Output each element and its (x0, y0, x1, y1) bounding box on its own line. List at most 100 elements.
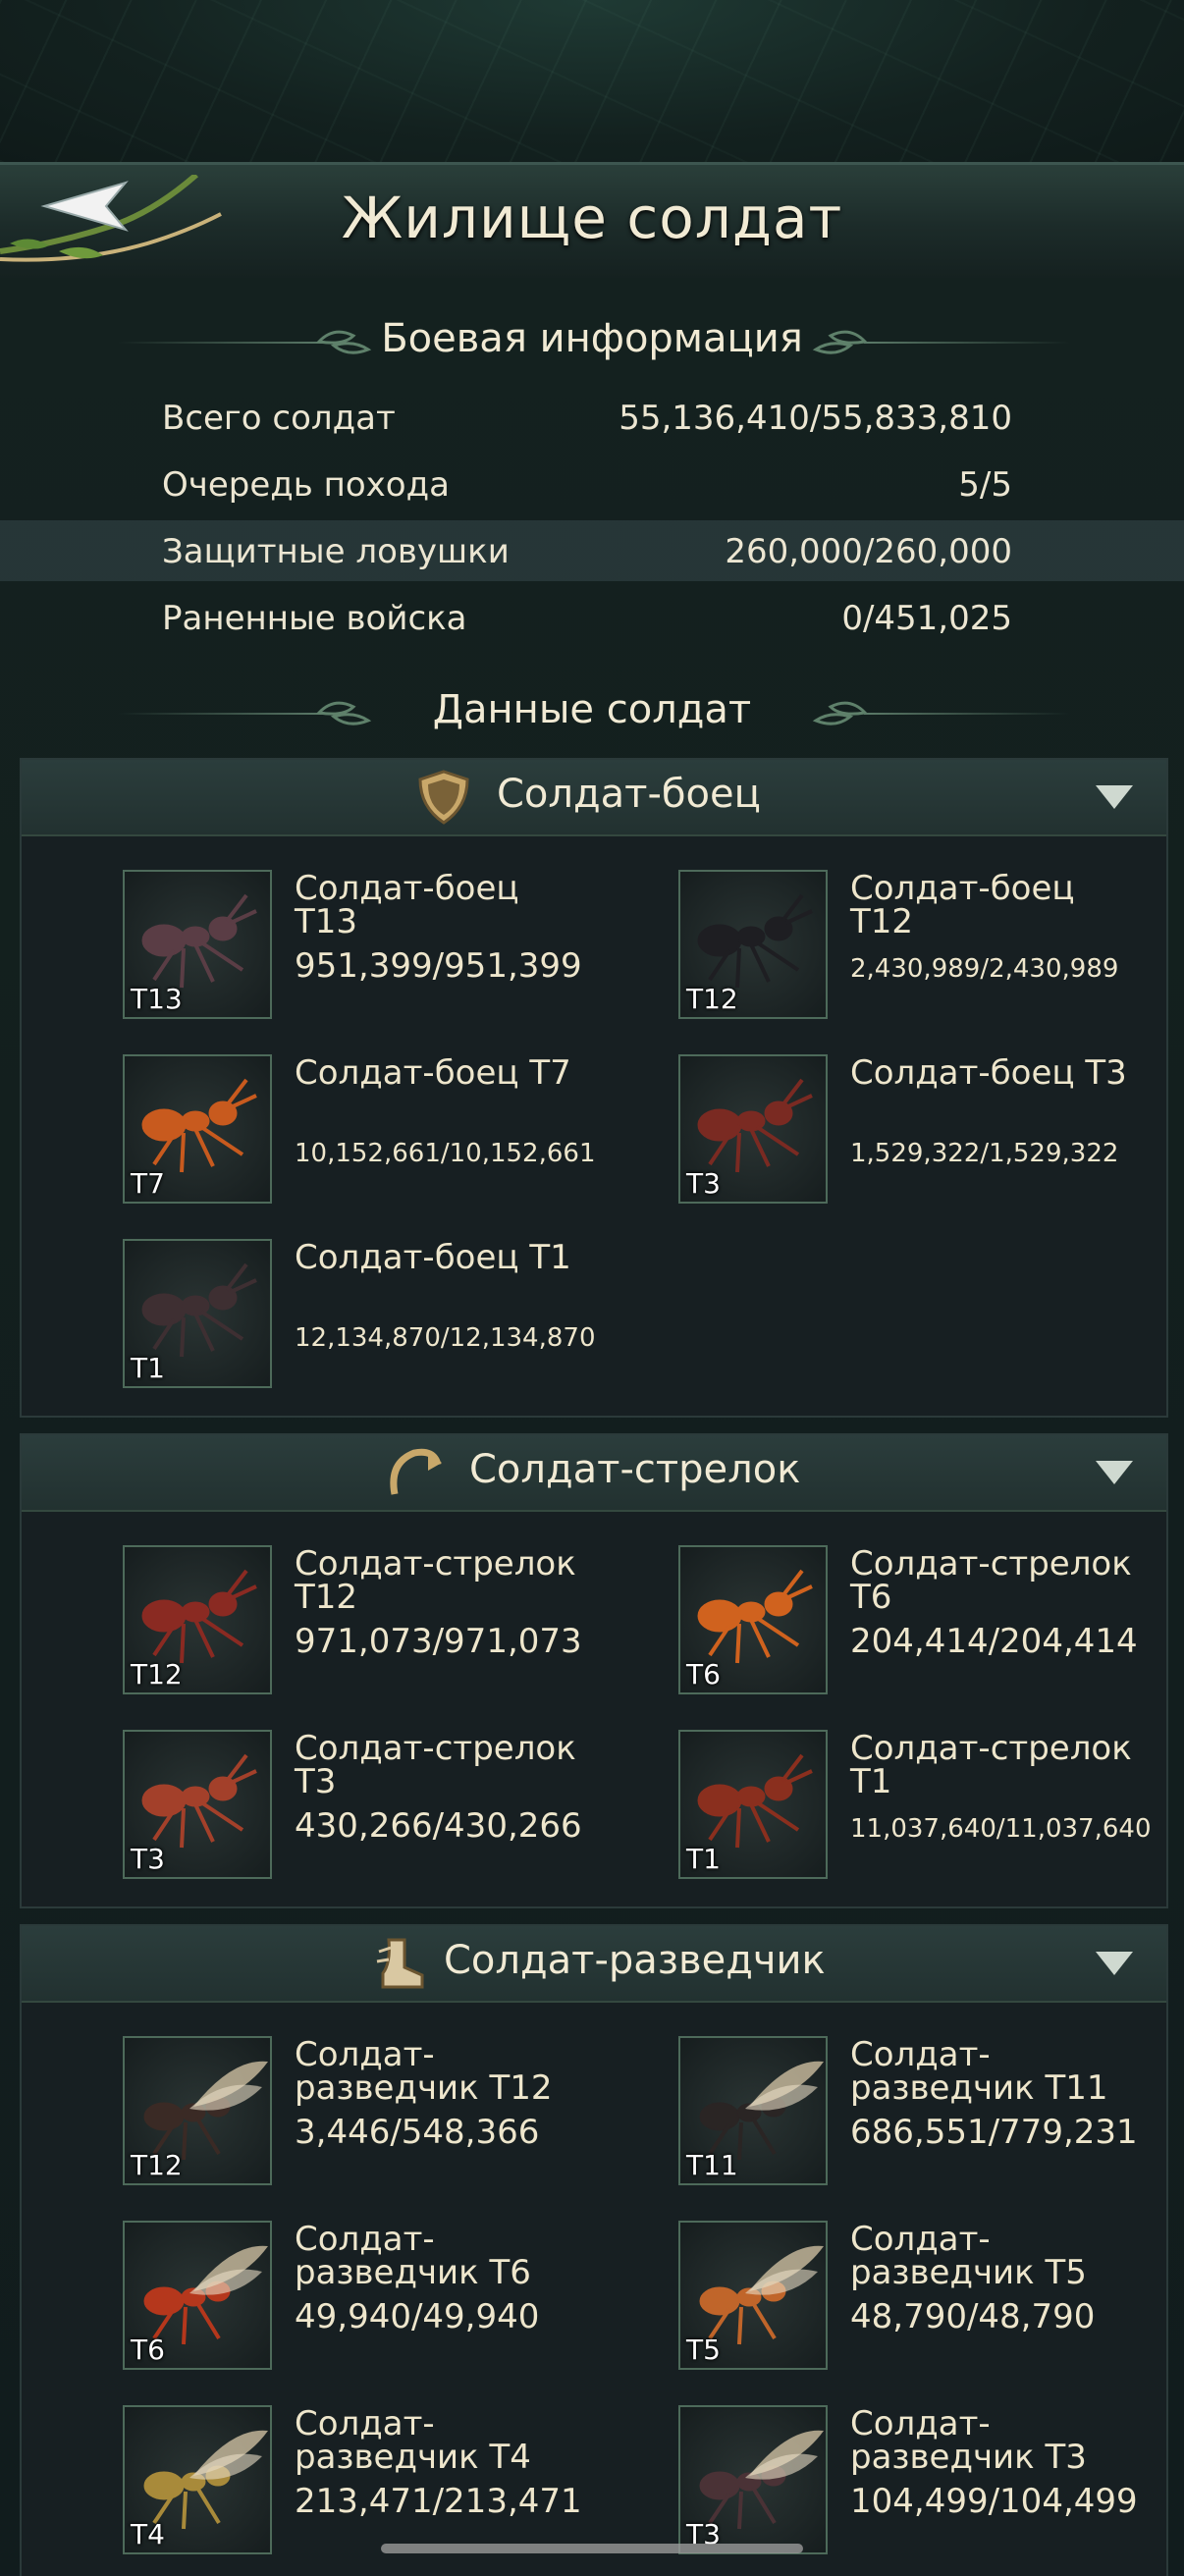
leaf-ornament-icon (315, 701, 372, 725)
page-title: Жилище солдат (341, 185, 843, 251)
category-title: Солдат-разведчик (444, 1938, 826, 1983)
unit-card[interactable]: T5 Солдат-разведчик T5 48,790/48,790 (575, 2211, 1125, 2370)
unit-name: Солдат-разведчик T6 (295, 2220, 531, 2292)
unit-count: 49,940/49,940 (295, 2297, 540, 2336)
unit-thumbnail: T3 (123, 1730, 272, 1879)
chevron-down-icon[interactable] (1096, 785, 1133, 809)
unit-name: Солдат-разведчик T4 (295, 2404, 531, 2477)
stat-row-march-queue: Очередь похода 5/5 (0, 454, 1184, 514)
tier-label: T1 (686, 1843, 721, 1875)
tier-label: T1 (131, 1352, 165, 1384)
chevron-down-icon[interactable] (1096, 1952, 1133, 1975)
unit-count: 48,790/48,790 (850, 2297, 1096, 2336)
stat-value: 260,000/260,000 (725, 532, 1012, 571)
unit-thumbnail: T4 (123, 2405, 272, 2554)
tier-label: T4 (131, 2518, 165, 2550)
tier-label: T12 (131, 1658, 183, 1690)
tier-label: T6 (131, 2334, 165, 2366)
leaf-ornament-icon (812, 330, 869, 354)
shield-icon (418, 770, 469, 825)
unit-card[interactable]: T1 Солдат-боец T1 12,134,870/12,134,870 (20, 1229, 596, 1388)
unit-card[interactable]: T6 Солдат-разведчик T6 49,940/49,940 (20, 2211, 569, 2370)
unit-thumbnail: T6 (123, 2221, 272, 2370)
unit-card[interactable]: T3 Солдат-разведчик T3 104,499/104,499 (575, 2395, 1138, 2554)
unit-card[interactable]: T4 Солдат-разведчик T4 213,471/213,471 (20, 2395, 582, 2554)
soldier-data-heading: Данные солдат (0, 683, 1184, 742)
unit-thumbnail: T12 (678, 870, 828, 1019)
unit-name: Солдат-стрелок T1 (850, 1729, 1132, 1801)
tier-label: T6 (686, 1658, 721, 1690)
stat-row-defense-traps: Защитные ловушки 260,000/260,000 (0, 520, 1184, 581)
unit-card[interactable]: T12 Солдат-разведчик T12 3,446/548,366 (20, 2026, 569, 2185)
tier-label: T3 (686, 1167, 721, 1200)
unit-name: Солдат-боец T13 (295, 869, 519, 941)
divider-line (118, 342, 324, 344)
unit-name: Солдат-боец T3 (850, 1053, 1127, 1093)
divider-line (864, 713, 1070, 715)
unit-thumbnail: T3 (678, 2405, 828, 2554)
unit-count: 3,446/548,366 (295, 2113, 540, 2152)
unit-count: 2,430,989/2,430,989 (850, 954, 1119, 984)
unit-card[interactable]: T12 Солдат-боец T12 2,430,989/2,430,989 (575, 860, 1125, 1019)
stat-label: Защитные ловушки (162, 532, 510, 571)
unit-count: 11,037,640/11,037,640 (850, 1814, 1152, 1844)
unit-card[interactable]: T12 Солдат-стрелок T12 971,073/971,073 (20, 1535, 582, 1694)
unit-card[interactable]: T11 Солдат-разведчик T11 686,551/779,231 (575, 2026, 1138, 2185)
battle-info-title: Боевая информация (381, 316, 803, 361)
web-decoration (0, 0, 1184, 162)
bow-icon (390, 1448, 442, 1495)
tier-label: T3 (131, 1843, 165, 1875)
unit-card[interactable]: T3 Солдат-боец T3 1,529,322/1,529,322 (575, 1045, 1127, 1204)
unit-name: Солдат-стрелок T3 (295, 1729, 576, 1801)
category-header[interactable]: Солдат-разведчик (22, 1926, 1166, 2003)
unit-count: 104,499/104,499 (850, 2482, 1138, 2521)
unit-thumbnail: T3 (678, 1054, 828, 1204)
unit-thumbnail: T12 (123, 2036, 272, 2185)
unit-count: 1,529,322/1,529,322 (850, 1139, 1119, 1168)
leaf-ornament-icon (315, 330, 372, 354)
unit-card[interactable]: T13 Солдат-боец T13 951,399/951,399 (20, 860, 582, 1019)
unit-thumbnail: T5 (678, 2221, 828, 2370)
unit-count: 10,152,661/10,152,661 (295, 1139, 596, 1168)
unit-card[interactable]: T3 Солдат-стрелок T3 430,266/430,266 (20, 1720, 582, 1879)
unit-thumbnail: T1 (123, 1239, 272, 1388)
tier-label: T12 (686, 983, 738, 1015)
unit-card[interactable]: T7 Солдат-боец T7 10,152,661/10,152,661 (20, 1045, 596, 1204)
unit-thumbnail: T11 (678, 2036, 828, 2185)
unit-name: Солдат-стрелок T12 (295, 1544, 576, 1617)
unit-count: 430,266/430,266 (295, 1806, 582, 1846)
battle-info-heading: Боевая информация (0, 312, 1184, 371)
unit-count: 213,471/213,471 (295, 2482, 582, 2521)
soldier-data-title: Данные солдат (432, 687, 752, 732)
stat-value: 55,136,410/55,833,810 (619, 399, 1012, 438)
unit-thumbnail: T13 (123, 870, 272, 1019)
category-header[interactable]: Солдат-стрелок (22, 1435, 1166, 1512)
category-header[interactable]: Солдат-боец (22, 760, 1166, 836)
stat-label: Всего солдат (162, 399, 396, 438)
unit-card[interactable]: T1 Солдат-стрелок T1 11,037,640/11,037,6… (575, 1720, 1152, 1879)
tier-label: T13 (131, 983, 183, 1015)
header-bar: Жилище солдат (0, 162, 1184, 281)
category-title: Солдат-боец (497, 772, 761, 817)
unit-name: Солдат-разведчик T3 (850, 2404, 1087, 2477)
tier-label: T7 (131, 1167, 165, 1200)
divider-line (118, 713, 324, 715)
leaf-ornament-icon (812, 701, 869, 725)
unit-name: Солдат-разведчик T12 (295, 2035, 553, 2108)
chevron-down-icon[interactable] (1096, 1461, 1133, 1484)
stat-value: 5/5 (958, 465, 1012, 505)
home-indicator[interactable] (381, 2544, 803, 2553)
top-background (0, 0, 1184, 162)
unit-name: Солдат-стрелок T6 (850, 1544, 1132, 1617)
unit-card[interactable]: T6 Солдат-стрелок T6 204,414/204,414 (575, 1535, 1138, 1694)
tier-label: T12 (131, 2149, 183, 2181)
divider-line (864, 342, 1070, 344)
unit-name: Солдат-боец T12 (850, 869, 1075, 941)
stat-row-wounded: Раненные войска 0/451,025 (0, 587, 1184, 648)
unit-name: Солдат-боец T7 (295, 1053, 571, 1093)
unit-thumbnail: T7 (123, 1054, 272, 1204)
unit-count: 971,073/971,073 (295, 1622, 582, 1661)
stat-value: 0/451,025 (841, 599, 1012, 638)
stat-label: Раненные войска (162, 599, 467, 638)
tier-label: T11 (686, 2149, 738, 2181)
